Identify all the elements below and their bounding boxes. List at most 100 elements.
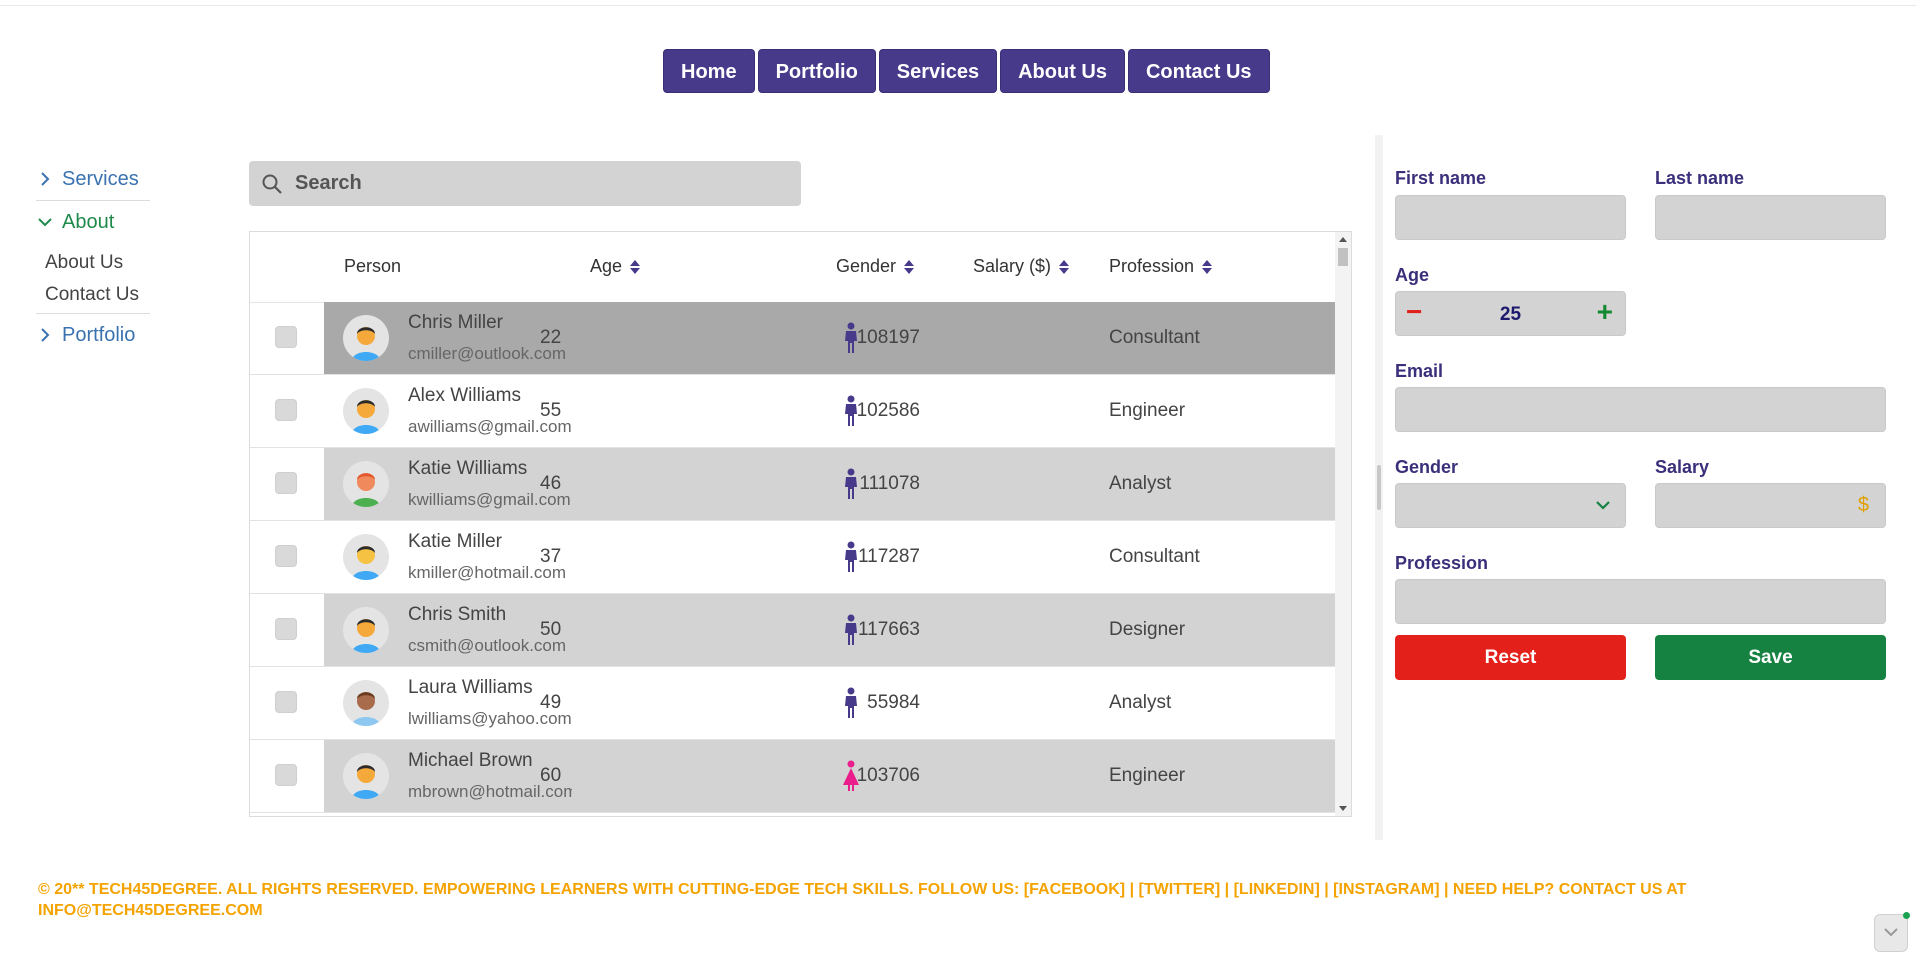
gender-label: Gender [1395, 457, 1459, 477]
sort-icon[interactable] [904, 259, 915, 274]
column-header-person: Person [344, 256, 402, 276]
salary-cell: 102586 [856, 400, 920, 421]
profession-cell: Designer [1109, 619, 1186, 640]
nav-home-button[interactable]: Home [663, 49, 755, 93]
sidebar-subitem-contact-us[interactable]: Contact Us [36, 279, 150, 311]
email-field[interactable] [1395, 387, 1886, 432]
table-row[interactable]: Chris Smith csmith@outlook.com 50 117663 Des… [250, 594, 1336, 667]
search-bar [249, 161, 801, 206]
row-checkbox[interactable] [275, 472, 297, 494]
person-name: Chris Miller [408, 312, 503, 333]
nav-contact-us-button[interactable]: Contact Us [1127, 49, 1270, 93]
sidebar-subitem-about-us[interactable]: About Us [36, 247, 150, 279]
salary-cell: 108197 [856, 327, 920, 348]
avatar [343, 607, 389, 653]
table-row[interactable]: Laura Williams lwilliams@yahoo.com 49 55984… [250, 667, 1336, 740]
avatar [343, 388, 389, 434]
dollar-icon: $ [1857, 494, 1869, 516]
sidebar: Services About About Us Contact Us Portf… [36, 160, 150, 354]
age-cell: 50 [540, 619, 562, 640]
profession-cell: Engineer [1109, 400, 1186, 421]
email-label: Email [1395, 361, 1444, 381]
row-checkbox[interactable] [275, 691, 297, 713]
top-divider [0, 5, 1916, 6]
avatar [343, 753, 389, 799]
scroll-thumb[interactable] [1338, 248, 1348, 266]
age-cell: 37 [540, 546, 562, 567]
footer-text: © 20** TECH45DEGREE. ALL RIGHTS RESERVED… [38, 881, 1687, 919]
table-row[interactable]: Michael Brown mbrown@hotmail.com 60 103706 E… [250, 740, 1336, 813]
column-header-salary[interactable]: Salary ($) [973, 256, 1070, 277]
salary-cell: 111078 [859, 473, 920, 494]
sidebar-item-about[interactable]: About [36, 203, 150, 241]
sidebar-item-label: Portfolio [62, 323, 136, 346]
last-name-label: Last name [1655, 168, 1745, 188]
table-row[interactable]: Katie Williams kwilliams@gmail.com 46 11107… [250, 448, 1336, 521]
last-name-field[interactable] [1655, 195, 1886, 240]
age-value[interactable]: 25 [1396, 304, 1625, 326]
splitter-handle[interactable] [1377, 465, 1381, 510]
salary-cell: 103706 [856, 765, 920, 786]
table-row[interactable]: Chris Miller cmiller@outlook.com 22 108197 C… [250, 302, 1336, 375]
table-row[interactable]: Alex Williams awilliams@gmail.com 55 102586… [250, 375, 1336, 448]
person-name: Alex Williams [408, 385, 521, 406]
sidebar-item-portfolio[interactable]: Portfolio [36, 316, 150, 354]
person-name: Michael Brown [408, 750, 533, 771]
salary-cell: 55984 [867, 692, 920, 713]
person-name: Chris Smith [408, 604, 507, 625]
chat-widget-button[interactable] [1874, 912, 1910, 952]
nav-about-us-button[interactable]: About Us [1000, 49, 1125, 93]
chevron-down-icon [1884, 928, 1898, 937]
profession-field[interactable] [1395, 579, 1886, 624]
nav-services-button[interactable]: Services [878, 49, 998, 93]
scroll-down-icon[interactable] [1339, 806, 1347, 811]
age-cell: 49 [540, 692, 562, 713]
sort-icon[interactable] [1202, 259, 1213, 274]
profession-cell: Analyst [1109, 692, 1172, 713]
scroll-up-icon[interactable] [1339, 237, 1347, 242]
age-label: Age [1395, 265, 1430, 285]
sort-icon[interactable] [1059, 259, 1070, 274]
column-header-profession[interactable]: Profession [1109, 256, 1213, 277]
panel-splitter[interactable] [1375, 135, 1383, 840]
reset-button[interactable]: Reset [1395, 635, 1626, 680]
sidebar-item-label: Services [62, 167, 139, 190]
salary-label: Salary [1655, 457, 1710, 477]
sidebar-item-services[interactable]: Services [36, 160, 150, 198]
avatar [343, 315, 389, 361]
age-cell: 22 [540, 327, 562, 348]
plus-icon[interactable]: + [1597, 296, 1613, 328]
top-nav: Home Portfolio Services About Us Contact… [663, 49, 1270, 93]
person-name: Katie Miller [408, 531, 502, 552]
salary-field[interactable]: $ [1655, 483, 1886, 528]
person-name: Laura Williams [408, 677, 533, 698]
row-checkbox[interactable] [275, 326, 297, 348]
first-name-field[interactable] [1395, 195, 1626, 240]
person-name: Katie Williams [408, 458, 528, 479]
column-header-age[interactable]: Age [590, 256, 641, 277]
column-header-gender[interactable]: Gender [836, 256, 915, 277]
gender-select[interactable] [1395, 483, 1626, 528]
profession-cell: Engineer [1109, 765, 1186, 786]
profession-label: Profession [1395, 553, 1489, 573]
row-checkbox[interactable] [275, 764, 297, 786]
save-button[interactable]: Save [1655, 635, 1886, 680]
search-input[interactable] [293, 171, 777, 196]
nav-portfolio-button[interactable]: Portfolio [757, 49, 876, 93]
age-cell: 46 [540, 473, 562, 494]
people-table: Person Age Gender Salary ($) Profession … [249, 231, 1352, 817]
chevron-down-icon [1596, 501, 1610, 510]
row-checkbox[interactable] [275, 545, 297, 567]
chevron-right-icon [41, 172, 50, 186]
table-row[interactable]: Katie Miller kmiller@hotmail.com 37 117287 C… [250, 521, 1336, 594]
row-checkbox[interactable] [275, 399, 297, 421]
avatar [343, 534, 389, 580]
search-icon [262, 174, 282, 194]
table-scrollbar[interactable] [1335, 232, 1351, 816]
salary-cell: 117287 [858, 546, 920, 567]
status-dot [1903, 912, 1910, 919]
chevron-right-icon [41, 328, 50, 342]
sort-icon[interactable] [630, 259, 641, 274]
row-checkbox[interactable] [275, 618, 297, 640]
age-stepper[interactable]: − 25 + [1395, 291, 1626, 336]
